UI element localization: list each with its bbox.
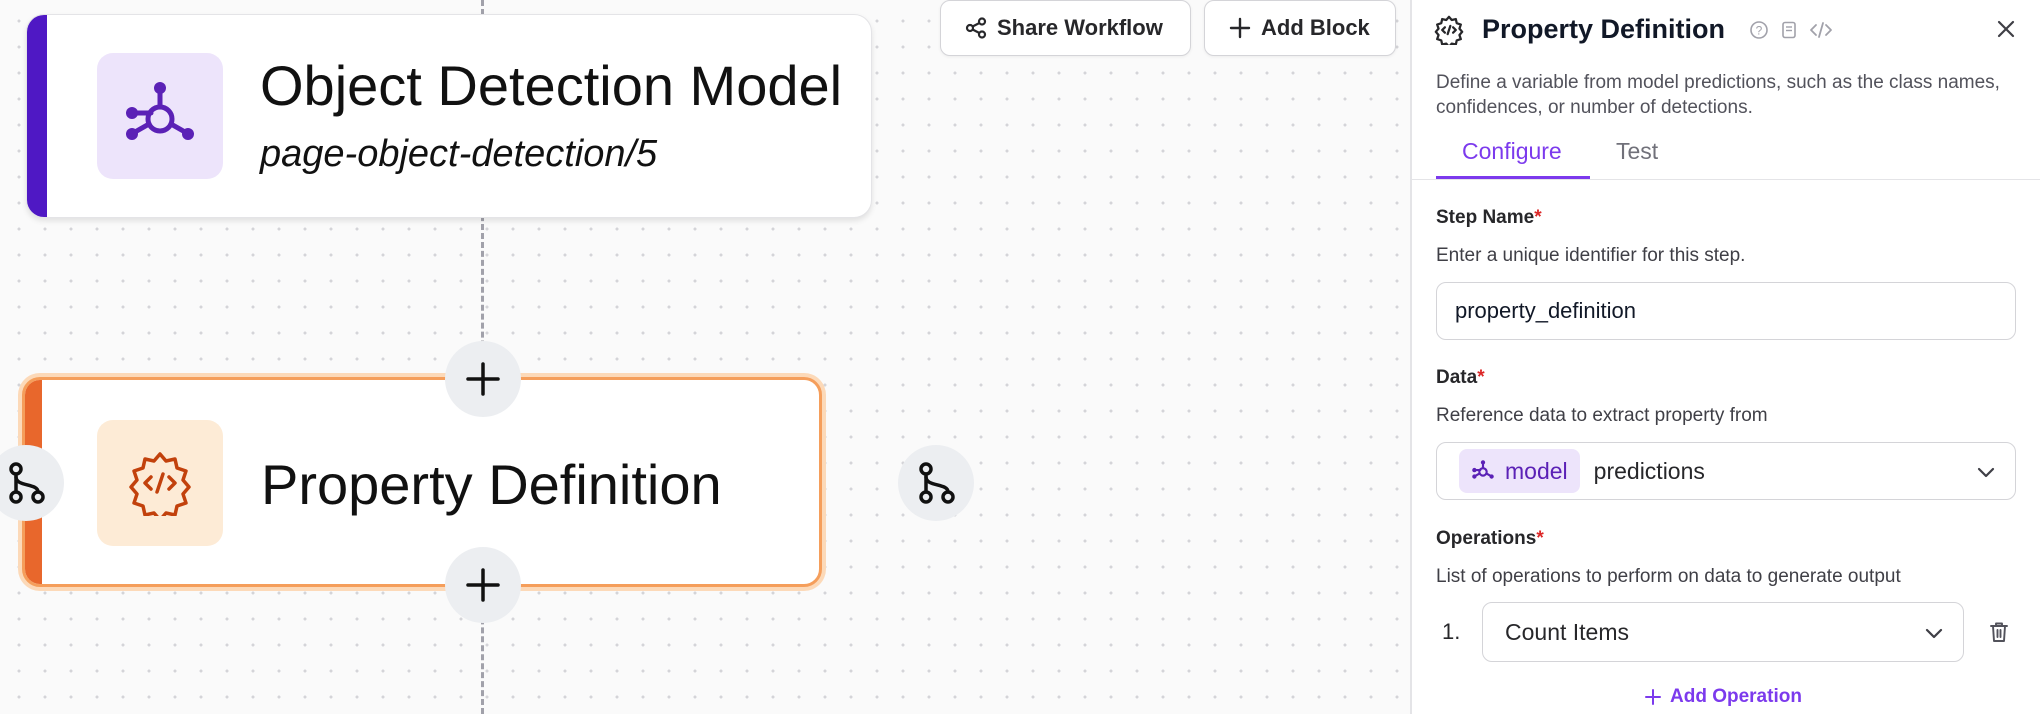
object-detection-model-node[interactable]: Object Detection Model page-object-detec… (26, 14, 872, 218)
add-operation-label: Add Operation (1670, 686, 1802, 707)
plus-icon (466, 362, 500, 396)
branch-icon (9, 462, 45, 504)
operation-select-value: Count Items (1505, 618, 1629, 645)
add-operation-button[interactable]: Add Operation (1644, 686, 1802, 708)
chevron-down-icon (1977, 467, 1995, 478)
help-icon[interactable]: ? (1749, 20, 1769, 40)
add-block-label: Add Block (1261, 15, 1370, 40)
trash-icon (1990, 622, 2008, 642)
model-node-title: Object Detection Model (260, 54, 843, 117)
property-node-title: Property Definition (261, 453, 722, 516)
panel-title: Property Definition (1482, 14, 1726, 44)
data-help: Reference data to extract property from (1436, 405, 1768, 426)
docs-icon[interactable] (1779, 20, 1799, 40)
operation-select[interactable]: Count Items (1482, 602, 1964, 662)
close-panel-button[interactable] (1995, 18, 2017, 45)
step-name-label: Step Name* (1436, 207, 1542, 228)
panel-tabs: Configure Test (1412, 134, 2040, 180)
chevron-down-icon (1925, 628, 1943, 639)
model-network-icon (97, 53, 223, 179)
model-node-subtitle: page-object-detection/5 (260, 133, 658, 175)
chip-label: model (1505, 457, 1568, 484)
add-step-below-button[interactable] (445, 547, 521, 623)
add-step-above-button[interactable] (445, 341, 521, 417)
branch-right-button[interactable] (898, 445, 974, 521)
code-gear-icon (1434, 15, 1464, 45)
model-network-icon (1472, 460, 1494, 479)
share-workflow-label: Share Workflow (997, 15, 1163, 40)
tab-configure[interactable]: Configure (1462, 138, 1562, 180)
delete-operation-button[interactable] (1988, 620, 2010, 649)
code-icon[interactable] (1809, 20, 1833, 40)
panel-description: Define a variable from model predictions… (1436, 72, 2000, 118)
step-name-input[interactable] (1436, 282, 2016, 340)
data-label: Data* (1436, 367, 1485, 388)
plus-icon (1229, 17, 1251, 39)
share-icon (965, 17, 987, 39)
share-workflow-button[interactable]: Share Workflow (940, 0, 1191, 56)
panel-header: Property Definition ? (1434, 14, 1833, 45)
operation-number: 1. (1442, 619, 1461, 644)
svg-text:?: ? (1756, 23, 1763, 37)
tab-test[interactable]: Test (1616, 138, 1658, 180)
property-definition-node[interactable]: Property Definition (22, 377, 822, 587)
operations-label: Operations* (1436, 528, 1544, 549)
add-block-button[interactable]: Add Block (1204, 0, 1396, 56)
node-accent-bar (27, 15, 47, 217)
property-panel: Property Definition ? Define a variable … (1410, 0, 2040, 714)
code-gear-icon (97, 420, 223, 546)
model-reference-chip: model (1459, 449, 1580, 493)
branch-icon (919, 462, 955, 504)
workflow-canvas[interactable]: Object Detection Model page-object-detec… (0, 0, 1410, 714)
close-icon (1997, 20, 2015, 38)
plus-icon (466, 568, 500, 602)
active-tab-indicator (1436, 176, 1590, 179)
data-select-value: predictions (1593, 457, 1705, 484)
step-name-help: Enter a unique identifier for this step. (1436, 245, 1746, 266)
operations-help: List of operations to perform on data to… (1436, 566, 1901, 587)
plus-icon (1645, 689, 1661, 705)
data-select[interactable]: model predictions (1436, 442, 2016, 500)
